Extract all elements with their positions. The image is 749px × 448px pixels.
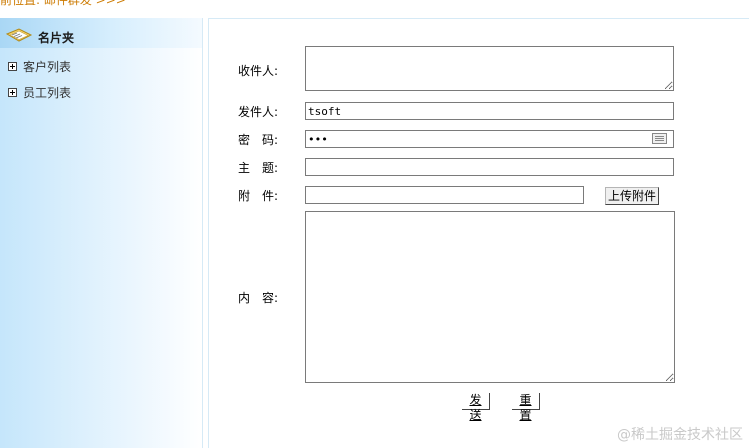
sidebar-item-customer-list[interactable]: 客户列表 [8, 58, 71, 74]
send-button[interactable]: 发送 [462, 393, 490, 422]
watermark: @稀土掘金技术社区 [617, 427, 743, 443]
password-input[interactable] [305, 130, 674, 148]
sidebar-item-label: 员工列表 [23, 85, 72, 100]
sidebar-header: 名片夹 [0, 18, 202, 48]
business-card-icon [5, 28, 33, 42]
recipients-label: 收件人: [238, 64, 279, 78]
attachment-input[interactable] [305, 186, 584, 204]
sender-input[interactable] [305, 102, 674, 120]
recipients-textarea[interactable] [305, 46, 674, 91]
subject-label: 主 题: [238, 161, 279, 175]
password-label: 密 码: [238, 133, 279, 147]
upload-attachment-button[interactable]: 上传附件 [605, 187, 659, 205]
reset-button[interactable]: 重置 [512, 393, 540, 422]
keyboard-icon[interactable] [652, 133, 667, 144]
sidebar-title: 名片夹 [38, 31, 75, 45]
subject-input[interactable] [305, 158, 674, 176]
sidebar: 名片夹 客户列表 员工列表 [0, 18, 203, 448]
breadcrumb: 前位置: 邮件群发 >>> [0, 0, 126, 7]
sidebar-item-label: 客户列表 [23, 59, 72, 74]
sender-label: 发件人: [238, 105, 279, 119]
expand-plus-icon[interactable] [8, 61, 17, 71]
sidebar-item-employee-list[interactable]: 员工列表 [8, 84, 71, 100]
content-textarea[interactable] [305, 211, 675, 383]
expand-plus-icon[interactable] [8, 87, 17, 97]
attachment-label: 附 件: [238, 189, 279, 203]
page: 前位置: 邮件群发 >>> 名片夹 客户列表 员工列表 收件人: 发件人: ts… [0, 0, 749, 448]
content-label: 内 容: [238, 291, 279, 305]
